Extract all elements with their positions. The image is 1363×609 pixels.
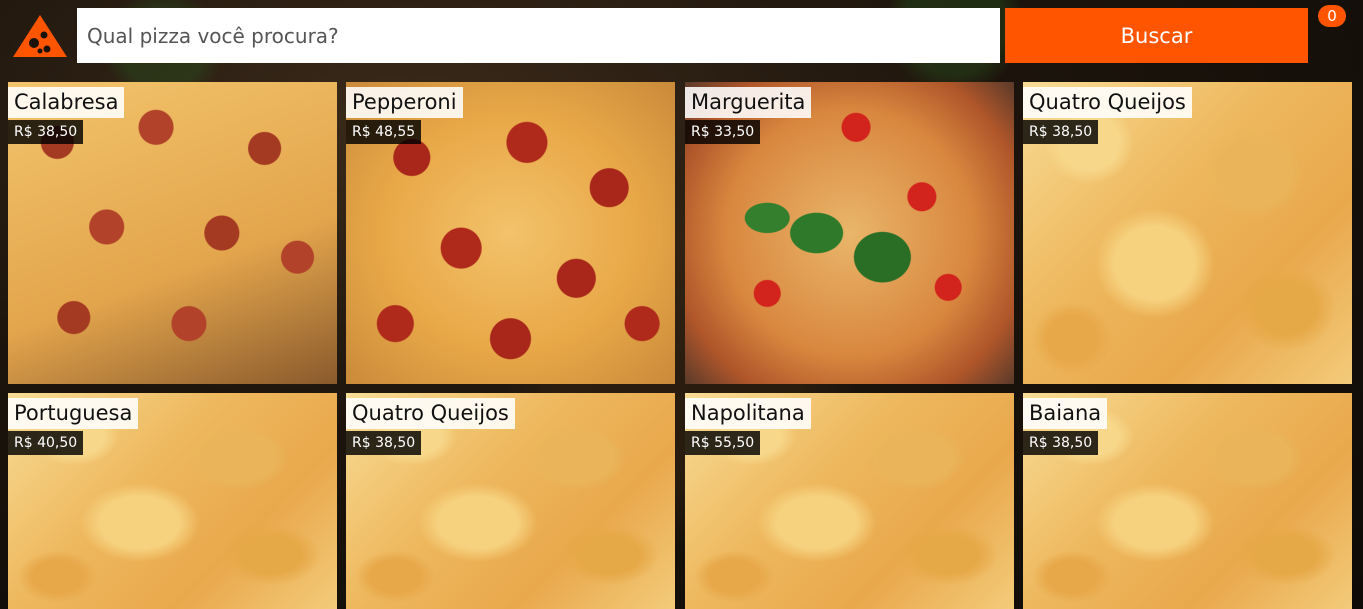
product-card[interactable]: Portuguesa R$ 40,50 [8, 393, 337, 609]
search-input[interactable] [77, 8, 1000, 63]
cart-count-badge[interactable]: 0 [1318, 5, 1346, 27]
product-card[interactable]: Pepperoni R$ 48,55 [346, 82, 675, 384]
product-price: R$ 38,50 [1023, 431, 1099, 455]
pizza-slice-icon[interactable] [11, 13, 69, 59]
product-name: Portuguesa [8, 398, 139, 429]
product-card[interactable]: Marguerita R$ 33,50 [685, 82, 1014, 384]
product-card[interactable]: Baiana R$ 38,50 [1023, 393, 1352, 609]
search-button[interactable]: Buscar [1005, 8, 1308, 63]
product-price: R$ 40,50 [8, 431, 84, 455]
product-price: R$ 48,55 [346, 120, 422, 144]
product-name: Calabresa [8, 87, 125, 118]
product-card[interactable]: Quatro Queijos R$ 38,50 [1023, 82, 1352, 384]
product-price: R$ 55,50 [685, 431, 761, 455]
product-price: R$ 38,50 [346, 431, 422, 455]
product-name: Marguerita [685, 87, 812, 118]
product-name: Quatro Queijos [1023, 87, 1192, 118]
product-name: Quatro Queijos [346, 398, 515, 429]
product-name: Napolitana [685, 398, 811, 429]
product-price: R$ 38,50 [1023, 120, 1099, 144]
header: Buscar 0 [0, 0, 1363, 76]
product-price: R$ 38,50 [8, 120, 84, 144]
product-card[interactable]: Calabresa R$ 38,50 [8, 82, 337, 384]
product-card[interactable]: Quatro Queijos R$ 38,50 [346, 393, 675, 609]
product-card[interactable]: Napolitana R$ 55,50 [685, 393, 1014, 609]
product-price: R$ 33,50 [685, 120, 761, 144]
product-name: Pepperoni [346, 87, 463, 118]
product-name: Baiana [1023, 398, 1108, 429]
